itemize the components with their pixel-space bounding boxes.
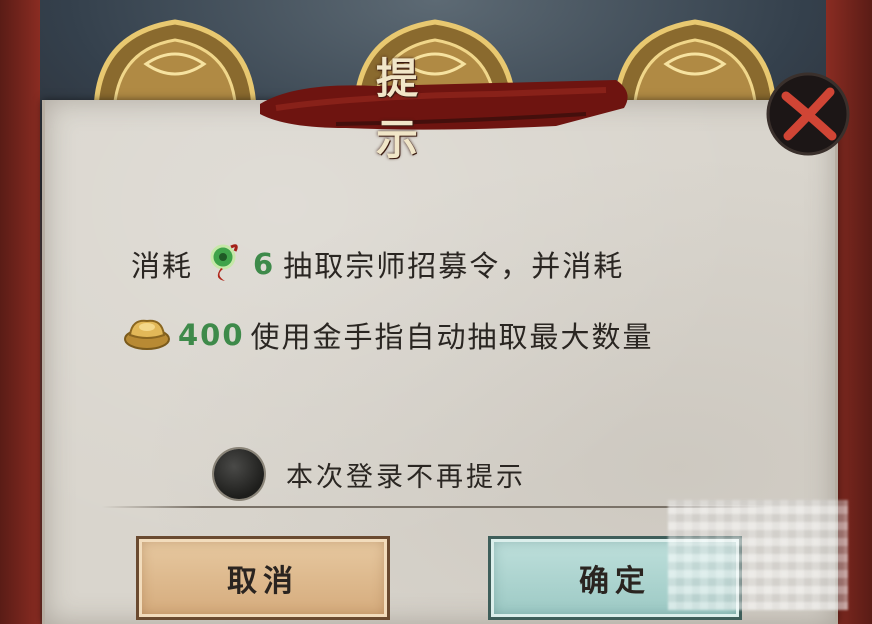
ingot-count: 400 bbox=[178, 318, 245, 352]
dont-show-again-option[interactable]: 本次登录不再提示 bbox=[214, 449, 526, 499]
blurred-watermark bbox=[668, 500, 848, 610]
cancel-button-label: 取消 bbox=[227, 564, 299, 599]
gold-ingot-icon bbox=[122, 311, 172, 360]
background-pillar-left bbox=[0, 0, 40, 624]
consume-prefix: 消耗 bbox=[131, 249, 194, 283]
message-line-1-suffix: 抽取宗师招募令，并消耗 bbox=[283, 249, 625, 283]
dont-show-again-radio[interactable] bbox=[214, 449, 264, 499]
close-button[interactable] bbox=[764, 70, 852, 158]
message-line-1: 消耗 6 抽取宗师招募令，并消耗 bbox=[131, 242, 624, 286]
token-count: 6 bbox=[253, 247, 276, 281]
gold-medallion-left bbox=[86, 14, 264, 114]
close-icon bbox=[766, 72, 850, 156]
confirm-button-label: 确定 bbox=[579, 564, 651, 599]
dont-show-again-label: 本次登录不再提示 bbox=[286, 461, 526, 493]
message-line-2: 400 使用金手指自动抽取最大数量 bbox=[122, 310, 654, 360]
cancel-button[interactable]: 取消 bbox=[136, 536, 390, 620]
dialog-title: 提 示 bbox=[376, 54, 441, 164]
message-line-2-suffix: 使用金手指自动抽取最大数量 bbox=[250, 320, 654, 354]
green-jade-token-icon bbox=[201, 239, 245, 290]
